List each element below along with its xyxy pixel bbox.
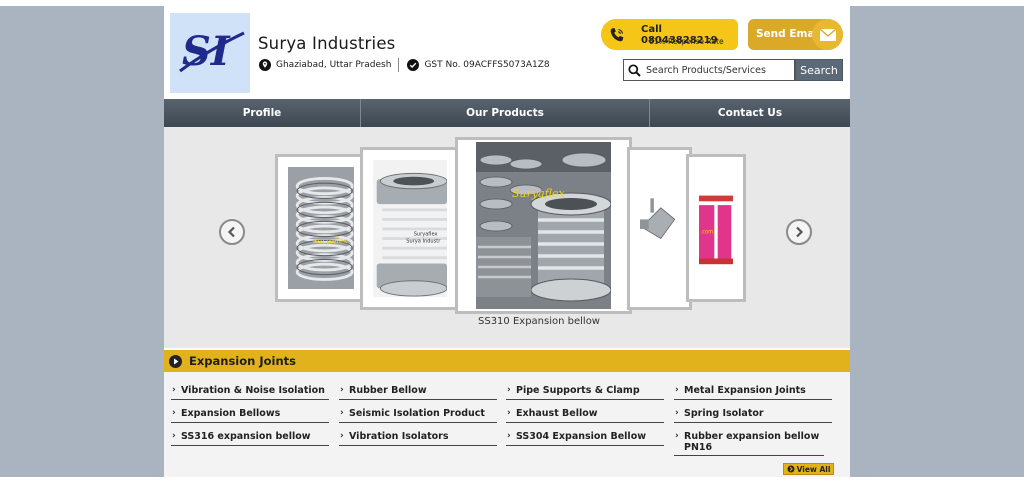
product-image <box>640 160 679 297</box>
category-link-label: Metal Expansion Joints <box>684 385 806 396</box>
category-link-label: Pipe Supports & Clamp <box>516 385 640 396</box>
product-image: .com <box>699 167 733 289</box>
category-link[interactable]: › SS304 Expansion Bellow <box>506 431 664 446</box>
category-link-label: Vibration & Noise Isolation <box>181 385 325 396</box>
carousel-slide[interactable] <box>627 147 692 310</box>
category-link-label: Spring Isolator <box>684 408 764 419</box>
category-link-label: Seismic Isolation Product <box>349 408 485 419</box>
view-all-label: View All <box>796 464 831 474</box>
search-input[interactable] <box>646 62 791 78</box>
product-image: Suryaflex Surya Industr <box>373 160 447 297</box>
category-link[interactable]: › Exhaust Bellow <box>506 408 664 423</box>
carousel-prev-button[interactable] <box>219 219 245 245</box>
chevron-right-icon: › <box>507 385 511 395</box>
chevron-right-icon: › <box>172 408 176 418</box>
category-link[interactable]: › Pipe Supports & Clamp <box>506 385 664 400</box>
carousel-caption[interactable]: SS310 Expansion bellow <box>454 316 624 327</box>
page: SI Surya Industries Ghaziabad, Uttar Pra… <box>164 6 850 477</box>
search-box <box>623 59 795 81</box>
chevron-right-icon: › <box>340 385 344 395</box>
logo-graphic: SI <box>179 28 245 75</box>
category-link-label: SS316 expansion bellow <box>181 431 311 442</box>
company-logo[interactable]: SI <box>170 13 250 93</box>
category-link-label: Rubber expansion bellow PN16 <box>684 431 820 453</box>
product-image: suryaflex <box>288 167 354 289</box>
meta-separator <box>398 58 400 72</box>
bottom-strip <box>0 477 1024 483</box>
carousel-slide[interactable]: suryaflex <box>275 154 367 302</box>
envelope-icon <box>812 19 843 50</box>
category-link[interactable]: › Rubber Bellow <box>339 385 497 400</box>
product-image: Suryaflex <box>476 142 611 309</box>
category-title[interactable]: Expansion Joints <box>189 354 296 368</box>
category-header: Expansion Joints <box>164 350 850 372</box>
category-link-label: Vibration Isolators <box>349 431 449 442</box>
slide-watermark: Suryaflex <box>414 232 438 238</box>
chevron-right-icon: › <box>675 408 679 418</box>
category-link[interactable]: › Expansion Bellows <box>171 408 329 423</box>
chevron-right-icon: › <box>675 431 679 441</box>
chevron-right-icon: › <box>172 431 176 441</box>
phone-icon <box>601 19 632 50</box>
chevron-right-icon: › <box>507 408 511 418</box>
header: SI Surya Industries Ghaziabad, Uttar Pra… <box>164 6 850 99</box>
category-link[interactable]: › Vibration Isolators <box>339 431 497 446</box>
chevron-right-icon: › <box>340 431 344 441</box>
category-link-label: Rubber Bellow <box>349 385 427 396</box>
category-link[interactable]: › Vibration & Noise Isolation <box>171 385 329 400</box>
verified-check-icon <box>407 59 420 71</box>
slide-watermark: Surya Industr <box>406 238 441 244</box>
arrow-circle-icon <box>787 465 795 473</box>
slide-watermark: .com <box>701 229 713 235</box>
carousel-slide[interactable]: Suryaflex Surya Industr <box>360 147 460 310</box>
play-bullet-icon <box>169 354 182 368</box>
call-button[interactable]: Call 08043828219 61% Response Rate <box>601 19 738 50</box>
company-name[interactable]: Surya Industries <box>258 34 395 53</box>
category-link[interactable]: › Rubber expansion bellow PN16 <box>674 431 824 456</box>
category-link[interactable]: › Spring Isolator <box>674 408 832 423</box>
search-icon <box>628 64 641 77</box>
send-email-button[interactable]: Send Email <box>748 19 843 50</box>
chevron-left-icon <box>227 226 235 238</box>
logo-lettering: SI <box>182 28 231 75</box>
slide-watermark: Suryaflex <box>512 187 565 200</box>
nav-our-products[interactable]: Our Products <box>361 99 650 127</box>
category-link-label: Expansion Bellows <box>181 408 281 419</box>
category-link-label: Exhaust Bellow <box>516 408 598 419</box>
carousel-slide-active[interactable]: Suryaflex <box>455 137 632 314</box>
search-button[interactable]: Search <box>795 59 843 81</box>
location-text: Ghaziabad, Uttar Pradesh <box>276 60 392 70</box>
location-pin-icon <box>259 59 271 71</box>
nav-contact-us[interactable]: Contact Us <box>650 99 850 127</box>
category-link-label: SS304 Expansion Bellow <box>516 431 646 442</box>
view-all-button[interactable]: View All <box>783 463 834 475</box>
slide-watermark: suryaflex <box>314 236 349 245</box>
main-nav: Profile Our Products Contact Us <box>164 99 850 127</box>
category-link[interactable]: › SS316 expansion bellow <box>171 431 329 446</box>
company-meta: Ghaziabad, Uttar Pradesh GST No. 09ACFFS… <box>259 58 550 72</box>
product-carousel: suryaflex Suryaflex Surya Industr Suryaf… <box>164 127 850 348</box>
chevron-right-icon: › <box>675 385 679 395</box>
chevron-right-icon: › <box>507 431 511 441</box>
category-link[interactable]: › Metal Expansion Joints <box>674 385 832 400</box>
category-link[interactable]: › Seismic Isolation Product <box>339 408 497 423</box>
nav-profile[interactable]: Profile <box>164 99 361 127</box>
chevron-right-icon <box>796 226 804 238</box>
chevron-right-icon: › <box>340 408 344 418</box>
gst-number: GST No. 09ACFFS5073A1Z8 <box>424 60 550 70</box>
carousel-next-button[interactable] <box>786 219 812 245</box>
carousel-slide[interactable]: .com <box>686 154 746 302</box>
response-rate: 61% Response Rate <box>649 37 724 46</box>
chevron-right-icon: › <box>172 385 176 395</box>
